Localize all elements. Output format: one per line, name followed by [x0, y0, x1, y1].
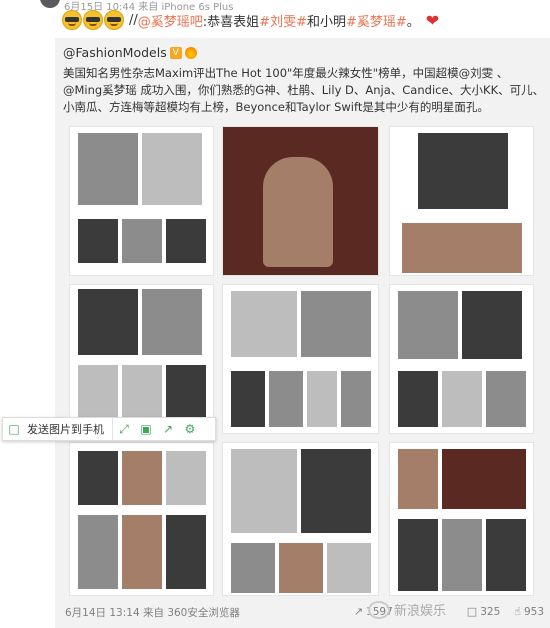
send-to-phone-button[interactable]: □ 发送图片到手机: [3, 418, 113, 440]
repost-text-segment: 。: [406, 14, 420, 30]
grid-image[interactable]: [222, 126, 379, 276]
fullscreen-icon[interactable]: ⤢: [117, 422, 131, 436]
repost-text-segment: 和小明: [306, 14, 346, 30]
settings-icon[interactable]: ⚙: [183, 422, 197, 436]
post-footer: 6月14日 13:14 来自 360安全浏览器 ↗ 1597 □ 325 ☝ 9…: [55, 600, 550, 624]
comment-icon: □: [466, 605, 478, 618]
share-icon[interactable]: ↗: [161, 422, 175, 436]
original-post-text: 美国知名男性杂志Maxim评出The Hot 100"年度最火辣女性"榜单，中国…: [63, 66, 545, 114]
grid-image[interactable]: [389, 126, 534, 276]
thumbs-up-icon: ☝: [514, 605, 521, 618]
verified-icon: V: [169, 46, 182, 59]
grid-image[interactable]: [389, 442, 534, 596]
sunglasses-emoji-icon: [104, 10, 124, 30]
image-grid: [69, 126, 534, 596]
author-link[interactable]: @FashionModels: [63, 45, 167, 60]
comment-count: 325: [480, 605, 501, 618]
repost-text: // @奚梦瑶吧 :恭喜表姐 #刘雯# 和小明 #奚梦瑶# 。 ❤: [62, 9, 439, 31]
heart-icon: ❤: [425, 10, 440, 30]
grid-image[interactable]: [222, 442, 379, 596]
mention-link[interactable]: @奚梦瑶吧: [138, 11, 203, 30]
sunglasses-emoji-icon: [62, 10, 82, 30]
original-author: @FashionModels V: [63, 45, 197, 60]
like-button[interactable]: ☝ 953: [514, 605, 544, 618]
grid-image[interactable]: [69, 442, 214, 596]
sina-eye-logo-icon: [368, 600, 390, 619]
send-to-phone-label: 发送图片到手机: [27, 423, 104, 436]
grid-image[interactable]: [222, 284, 379, 434]
fire-icon: [184, 46, 197, 59]
hashtag-link[interactable]: #奚梦瑶#: [346, 11, 407, 30]
grid-image[interactable]: [69, 284, 214, 434]
like-count: 953: [523, 605, 544, 618]
hashtag-link[interactable]: #刘雯#: [259, 11, 307, 30]
repost-header: 6月15日 10:44 来自 iPhone 6s Plus // @奚梦瑶吧 :…: [0, 0, 550, 40]
sunglasses-emoji-icon: [83, 10, 103, 30]
original-post-card: @FashionModels V 美国知名男性杂志Maxim评出The Hot …: [55, 38, 550, 628]
grid-image[interactable]: [69, 126, 214, 276]
avatar[interactable]: [40, 0, 60, 8]
save-icon[interactable]: ▣: [139, 422, 153, 436]
grid-image[interactable]: [389, 284, 534, 434]
repost-slash: //: [129, 12, 138, 28]
comment-button[interactable]: □ 325: [467, 605, 500, 618]
sina-watermark: 新浪娱乐: [368, 600, 446, 619]
watermark-text: 新浪娱乐: [394, 604, 447, 619]
repost-text-segment: :恭喜表姐: [202, 14, 260, 30]
repost-icon: ↗: [353, 605, 364, 618]
phone-icon: □: [8, 422, 20, 436]
post-time: 6月14日 13:14 来自 360安全浏览器: [65, 607, 240, 619]
image-toolbar: □ 发送图片到手机 ⤢ ▣ ↗ ⚙: [2, 417, 216, 441]
